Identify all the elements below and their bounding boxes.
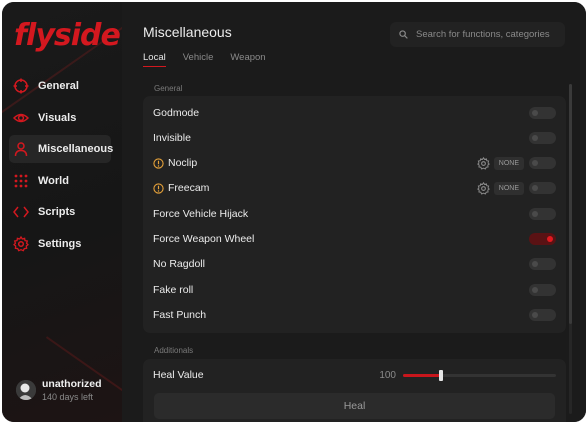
additionals-panel: Heal Value 100 Heal (143, 359, 566, 422)
settings-gear-icon[interactable] (476, 181, 490, 195)
force-weapon-wheel-toggle[interactable] (529, 233, 556, 245)
option-row-godmode: Godmode (153, 103, 556, 123)
heal-value-slider[interactable] (403, 369, 556, 381)
invisible-toggle[interactable] (529, 132, 556, 144)
option-label: Freecam (153, 182, 477, 194)
option-label: No Ragdoll (153, 258, 205, 270)
option-row-no-ragdoll: No Ragdoll (153, 254, 556, 274)
sidebar-item-visuals[interactable]: Visuals (9, 104, 111, 132)
tab-weapon[interactable]: Weapon (230, 52, 265, 67)
fake-roll-toggle[interactable] (529, 284, 556, 296)
page-title: Miscellaneous (143, 24, 232, 40)
code-icon (13, 204, 29, 220)
godmode-toggle[interactable] (529, 107, 556, 119)
force-vehicle-hijack-toggle[interactable] (529, 208, 556, 220)
slider-fill (403, 373, 442, 377)
heal-value-row: Heal Value 100 (153, 365, 556, 385)
general-panel: Godmode Invisible Noclip NONE Freecam NO… (143, 96, 566, 333)
app-window: flyside General Visuals Miscellaneous Wo… (2, 2, 586, 422)
warning-icon (153, 182, 164, 194)
settings-gear-icon[interactable] (476, 156, 490, 170)
option-label: Force Weapon Wheel (153, 233, 255, 245)
heal-value-readout: 100 (379, 369, 396, 381)
subscription-status: 140 days left (42, 392, 94, 402)
section-label-general: General (154, 84, 183, 93)
heal-button[interactable]: Heal (154, 393, 555, 419)
avatar (16, 380, 36, 400)
option-row-fake-roll: Fake roll (153, 280, 556, 300)
option-row-force-weapon-wheel: Force Weapon Wheel (153, 229, 556, 249)
slider-handle[interactable] (439, 369, 444, 381)
tab-bar: Local Vehicle Weapon (143, 52, 283, 67)
option-label-text: Freecam (168, 182, 210, 194)
option-label: Noclip (153, 157, 477, 169)
sidebar-item-settings[interactable]: Settings (9, 230, 111, 258)
search-input[interactable] (416, 29, 565, 40)
option-label: Fast Punch (153, 309, 207, 321)
freecam-toggle[interactable] (529, 182, 556, 194)
eye-icon (13, 110, 29, 126)
user-profile[interactable]: unathorized 140 days left (16, 378, 102, 402)
heal-value-label: Heal Value (153, 369, 204, 381)
option-row-fast-punch: Fast Punch (153, 305, 556, 325)
section-label-additionals: Additionals (154, 346, 194, 355)
sidebar: flyside General Visuals Miscellaneous Wo… (2, 2, 179, 422)
sidebar-item-world[interactable]: World (9, 167, 111, 195)
sidebar-nav: General Visuals Miscellaneous World Scri… (9, 72, 114, 262)
option-label: Fake roll (153, 284, 194, 296)
search-icon (399, 26, 408, 44)
option-label: Invisible (153, 132, 191, 144)
keybind-button[interactable]: NONE (493, 156, 524, 170)
search-bar[interactable] (390, 22, 565, 47)
tab-vehicle[interactable]: Vehicle (183, 52, 214, 67)
scrollbar[interactable] (569, 84, 572, 414)
sidebar-item-label: Scripts (38, 206, 76, 219)
option-row-force-vehicle-hijack: Force Vehicle Hijack (153, 204, 556, 224)
sidebar-item-label: Miscellaneous (38, 143, 114, 156)
noclip-toggle[interactable] (529, 157, 556, 169)
user-icon (13, 141, 29, 157)
warning-icon (153, 157, 164, 169)
crosshair-icon (13, 78, 29, 94)
option-label: Godmode (153, 107, 200, 119)
scrollbar-thumb[interactable] (569, 84, 572, 324)
sidebar-item-scripts[interactable]: Scripts (9, 198, 111, 226)
user-name: unathorized (42, 378, 102, 390)
sidebar-item-general[interactable]: General (9, 72, 111, 100)
option-row-invisible: Invisible (153, 128, 556, 148)
option-label: Force Vehicle Hijack (153, 208, 249, 220)
app-logo: flyside (14, 18, 121, 53)
tab-local[interactable]: Local (143, 52, 166, 67)
sidebar-item-miscellaneous[interactable]: Miscellaneous (9, 135, 114, 164)
no-ragdoll-toggle[interactable] (529, 258, 556, 270)
option-row-noclip: Noclip NONE (153, 153, 556, 173)
sidebar-item-label: World (38, 174, 69, 187)
fast-punch-toggle[interactable] (529, 309, 556, 321)
grid-icon (13, 173, 29, 189)
keybind-button[interactable]: NONE (493, 181, 524, 195)
main-content: Miscellaneous Local Vehicle Weapon Gener… (122, 2, 586, 422)
sidebar-item-label: General (38, 80, 79, 92)
sidebar-item-label: Visuals (38, 111, 77, 124)
gear-icon (13, 235, 29, 252)
option-row-freecam: Freecam NONE (153, 178, 556, 198)
sidebar-item-label: Settings (38, 237, 82, 250)
option-label-text: Noclip (168, 157, 198, 169)
